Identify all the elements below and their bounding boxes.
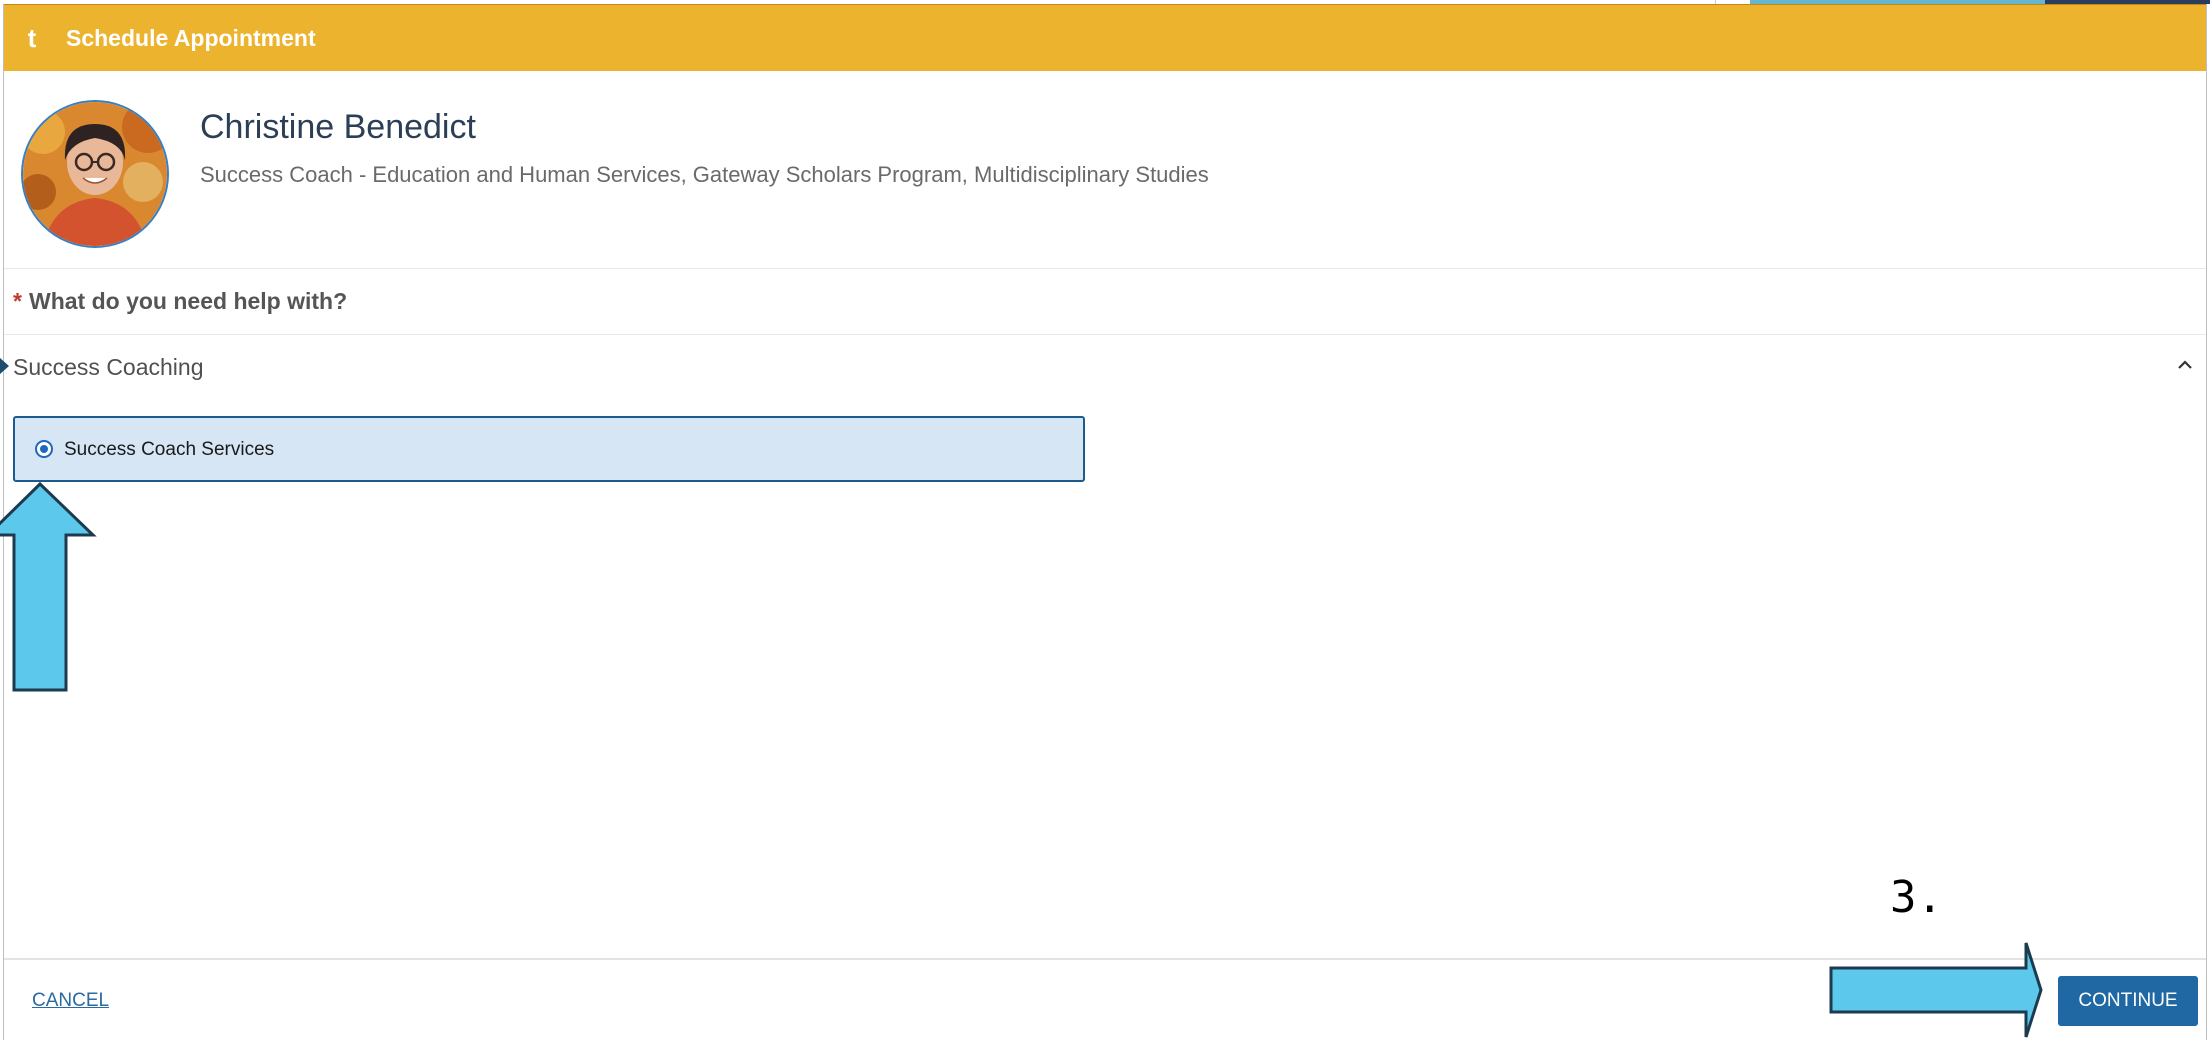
coach-name: Christine Benedict [200,108,476,146]
modal-title: Schedule Appointment [66,24,316,51]
option-radio[interactable] [35,440,53,458]
focus-caret-icon [0,358,9,374]
schedule-appointment-modal: t Schedule Appointment Christine Benedic… [0,4,2207,1040]
question-text: What do you need help with? [29,288,348,314]
cancel-link[interactable]: CANCEL [32,990,109,1012]
section-label: Success Coaching [13,354,204,380]
app-logo-icon: t [27,22,37,53]
avatar [21,100,169,248]
section-success-coaching[interactable]: Success Coaching [0,335,2206,401]
coach-profile: Christine Benedict Success Coach - Educa… [4,70,2206,269]
step-number-label: 3. [1890,872,1943,923]
help-question: * What do you need help with? [4,268,2206,335]
option-success-coach-services[interactable]: Success Coach Services [13,416,1085,482]
modal-header: t Schedule Appointment [4,4,2206,71]
required-marker: * [13,288,22,314]
avatar-photo [23,102,167,246]
coach-role: Success Coach - Education and Human Serv… [200,162,1209,187]
option-label: Success Coach Services [64,439,275,460]
continue-button[interactable]: CONTINUE [2058,976,2198,1026]
up-arrow-annotation [0,481,97,692]
chevron-up-icon[interactable] [2174,354,2196,376]
right-arrow-annotation [1829,942,2043,1038]
